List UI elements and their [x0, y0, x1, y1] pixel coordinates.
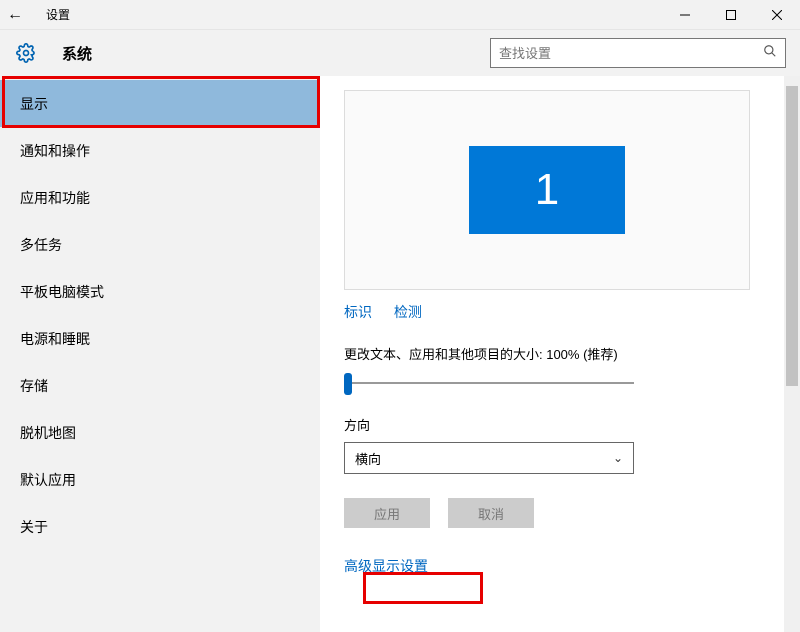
sidebar-item-storage[interactable]: 存储 [0, 362, 320, 409]
sidebar-item-apps[interactable]: 应用和功能 [0, 174, 320, 221]
apply-label: 应用 [374, 504, 400, 523]
minimize-button[interactable] [662, 0, 708, 30]
scale-label: 更改文本、应用和其他项目的大小: 100% (推荐) [344, 344, 780, 363]
close-button[interactable] [754, 0, 800, 30]
slider-track [344, 382, 634, 384]
section-title: 系统 [62, 43, 92, 64]
sidebar-item-label: 平板电脑模式 [20, 282, 104, 302]
orientation-label: 方向 [344, 415, 780, 434]
sidebar-item-display[interactable]: 显示 [0, 80, 320, 127]
advanced-display-link[interactable]: 高级显示设置 [344, 556, 428, 576]
identify-link[interactable]: 标识 [344, 304, 372, 320]
sidebar-item-label: 多任务 [20, 235, 62, 255]
scale-slider[interactable] [344, 373, 634, 393]
sidebar-item-label: 脱机地图 [20, 423, 76, 443]
scrollbar-thumb[interactable] [786, 86, 798, 386]
monitor-preview[interactable]: 1 [344, 90, 750, 290]
monitor-number: 1 [535, 165, 559, 215]
sidebar-item-multitask[interactable]: 多任务 [0, 221, 320, 268]
display-actions: 标识 检测 [344, 302, 780, 322]
window-title: 设置 [46, 6, 70, 23]
sidebar-item-default-apps[interactable]: 默认应用 [0, 456, 320, 503]
detect-link[interactable]: 检测 [394, 304, 422, 320]
search-icon [763, 44, 777, 63]
sidebar-item-power[interactable]: 电源和睡眠 [0, 315, 320, 362]
search-box[interactable] [490, 38, 786, 68]
sidebar-item-label: 电源和睡眠 [20, 329, 90, 349]
sidebar-item-maps[interactable]: 脱机地图 [0, 409, 320, 456]
scrollbar[interactable] [784, 76, 800, 632]
sidebar-item-label: 默认应用 [20, 470, 76, 490]
monitor-1[interactable]: 1 [469, 146, 625, 234]
sidebar-item-notifications[interactable]: 通知和操作 [0, 127, 320, 174]
content-area: 1 标识 检测 更改文本、应用和其他项目的大小: 100% (推荐) 方向 横向… [320, 76, 800, 632]
sidebar-item-label: 显示 [20, 94, 48, 114]
cancel-label: 取消 [478, 504, 504, 523]
apply-button[interactable]: 应用 [344, 498, 430, 528]
chevron-down-icon: ⌄ [613, 451, 623, 465]
gear-icon [14, 41, 38, 65]
sidebar: 显示 通知和操作 应用和功能 多任务 平板电脑模式 电源和睡眠 存储 脱机地图 … [0, 76, 320, 632]
header: 系统 [0, 30, 800, 76]
search-input[interactable] [499, 46, 763, 61]
sidebar-item-label: 通知和操作 [20, 141, 90, 161]
sidebar-item-label: 关于 [20, 517, 48, 537]
titlebar: ← 设置 [0, 0, 800, 30]
sidebar-item-tablet[interactable]: 平板电脑模式 [0, 268, 320, 315]
sidebar-item-about[interactable]: 关于 [0, 503, 320, 550]
back-button[interactable]: ← [0, 6, 30, 24]
orientation-value: 横向 [355, 449, 381, 468]
slider-thumb[interactable] [344, 373, 352, 395]
sidebar-item-label: 应用和功能 [20, 188, 90, 208]
sidebar-item-label: 存储 [20, 376, 48, 396]
orientation-dropdown[interactable]: 横向 ⌄ [344, 442, 634, 474]
cancel-button[interactable]: 取消 [448, 498, 534, 528]
maximize-button[interactable] [708, 0, 754, 30]
